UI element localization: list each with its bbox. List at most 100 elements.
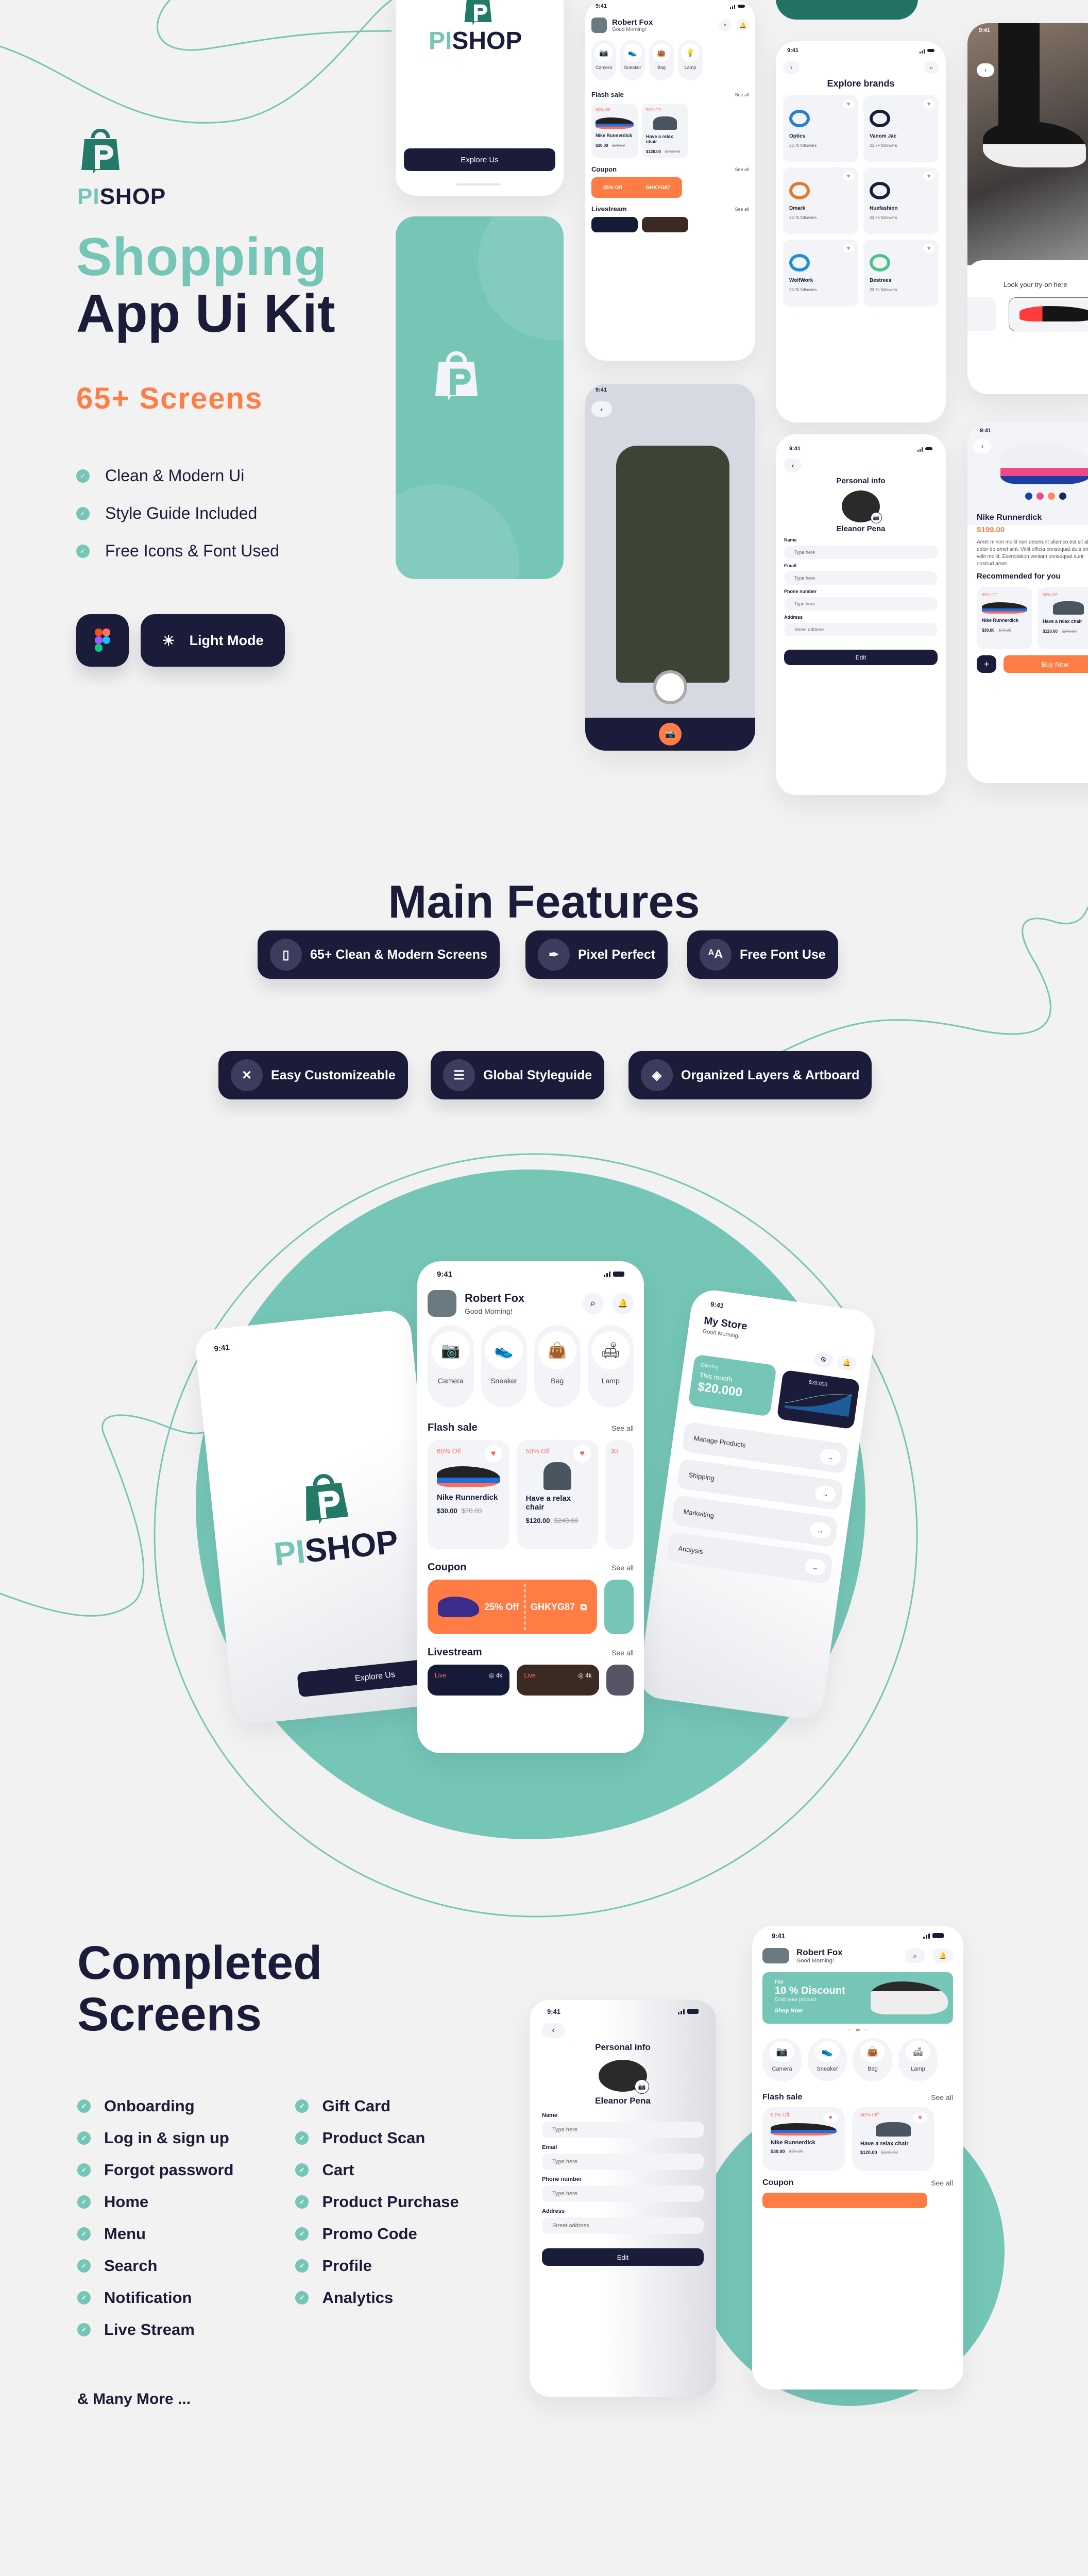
earning-chart: $20.000: [776, 1369, 860, 1430]
product-detail-screen: 9:41 ‹ Nike Runnerdick $199.00 Amet mini…: [967, 422, 1088, 783]
product-card[interactable]: 60% Off ♥ Nike Runnerdick $30.00 $70.00: [762, 2107, 845, 2171]
completed-screen-item: ✓ Log in & sign up: [77, 2129, 233, 2147]
color-swatch[interactable]: [1048, 493, 1055, 500]
edit-button[interactable]: Edit: [784, 650, 938, 665]
brand-card[interactable]: ♥ Optics 23.7k followers: [783, 95, 858, 162]
text-input[interactable]: Type here: [542, 2122, 704, 2138]
live-card[interactable]: Live ◎ 4k: [428, 1665, 510, 1696]
product-card[interactable]: 50% Off ♥ Have a relax chair $120.00 $240.00: [516, 1440, 598, 1549]
hero-feature-list: ✓ Clean & Modern Ui ✓ Style Guide Included…: [76, 466, 279, 561]
many-more-text: & Many More ...: [77, 2391, 191, 2408]
back-button[interactable]: ‹: [784, 458, 802, 472]
heart-icon[interactable]: ♥: [843, 99, 854, 109]
coupon-card[interactable]: 25% Off GHKYG87 ⧉: [428, 1580, 598, 1634]
camera-icon[interactable]: 📷: [635, 2079, 649, 2094]
color-options: [1025, 493, 1066, 500]
text-input[interactable]: Type here: [784, 546, 938, 559]
category-bag[interactable]: 👜 Bag: [649, 40, 674, 80]
back-button[interactable]: ‹: [591, 401, 612, 417]
notification-button[interactable]: 🔔: [932, 1948, 953, 1963]
product-card[interactable]: 60% Off ♥ Nike Runnerdick $30.00 $70.00: [428, 1440, 509, 1549]
color-swatch[interactable]: [1025, 493, 1032, 500]
product-card[interactable]: 50% Off ♥ Have a relax chair $120.00 $240.00: [852, 2107, 934, 2171]
heart-icon[interactable]: ♥: [573, 1445, 591, 1463]
color-swatch[interactable]: [1036, 493, 1044, 500]
see-all-link[interactable]: See all: [611, 1424, 634, 1432]
category-item[interactable]: 📷 Camera: [428, 1325, 474, 1408]
product-card[interactable]: 50% Off Have a relax chair $120.00 $240.00: [642, 104, 688, 158]
search-button[interactable]: ⌕: [719, 19, 732, 31]
category-item[interactable]: 👟 Sneaker: [481, 1325, 527, 1408]
live-card[interactable]: [642, 217, 688, 232]
coupon-card[interactable]: [762, 2193, 927, 2208]
settings-button[interactable]: ⚙: [813, 1351, 834, 1368]
live-card[interactable]: [591, 217, 638, 232]
completed-screen-item: ✓ Menu: [77, 2225, 233, 2243]
search-button[interactable]: ⌕: [924, 61, 939, 74]
notification-button[interactable]: 🔔: [612, 1293, 634, 1314]
camera-icon[interactable]: 📷: [659, 723, 682, 745]
heart-icon[interactable]: ♥: [843, 244, 854, 253]
color-swatch[interactable]: [1059, 493, 1066, 500]
brand-card[interactable]: ♥ Bestrees 23.7k followers: [863, 240, 939, 307]
search-button[interactable]: ⌕: [582, 1293, 604, 1314]
add-to-cart-button[interactable]: +: [977, 655, 996, 673]
try-on-thumb-selected[interactable]: [1009, 297, 1088, 331]
text-input[interactable]: Type here: [784, 597, 938, 611]
category-camera[interactable]: 📷 Camera: [591, 40, 616, 80]
buy-now-button[interactable]: Buy Now: [1004, 655, 1088, 673]
text-input[interactable]: Type here: [542, 2154, 704, 2170]
livestream-header: Livestream See all: [591, 205, 749, 213]
notification-button[interactable]: 🔔: [737, 19, 749, 31]
flash-sale-header: Flash sale See all: [762, 2093, 953, 2102]
product-card[interactable]: 60% Off Nike Runnerdick $30.00 $70.00: [977, 587, 1032, 649]
text-input[interactable]: Street address: [542, 2217, 704, 2234]
category-item[interactable]: 👜 Bag: [853, 2038, 892, 2081]
text-input[interactable]: Type here: [542, 2185, 704, 2202]
product-card[interactable]: 50% Off Have a relax chair $120.00 $240.00: [1038, 587, 1088, 649]
camera-icon[interactable]: 📷: [871, 512, 882, 523]
back-button[interactable]: ‹: [974, 439, 991, 453]
heart-icon[interactable]: ♥: [913, 2112, 927, 2123]
category-item[interactable]: 👜 Bag: [534, 1325, 581, 1408]
search-button[interactable]: ⌕: [905, 1948, 925, 1963]
product-card[interactable]: 30: [605, 1440, 634, 1549]
coupon-card[interactable]: 25% Off GHKYG87: [591, 177, 682, 198]
explore-us-button[interactable]: Explore Us: [404, 148, 555, 171]
edit-button[interactable]: Edit: [542, 2248, 704, 2266]
brand-card[interactable]: ♥ Dmark 23.7k followers: [783, 167, 858, 234]
back-button[interactable]: ‹: [783, 61, 800, 74]
category-sneaker[interactable]: 👟 Sneaker: [620, 40, 645, 80]
heart-icon[interactable]: ♥: [923, 172, 934, 181]
notification-button[interactable]: 🔔: [837, 1354, 857, 1371]
back-button[interactable]: ‹: [977, 63, 994, 77]
discount-banner[interactable]: Flat 10 % Discount Grab your product Sho…: [762, 1972, 953, 2024]
heart-icon[interactable]: ♥: [923, 99, 934, 109]
heart-icon[interactable]: ♥: [843, 172, 854, 181]
dress-image: [616, 446, 729, 683]
brand-card[interactable]: ♥ Nuefashion 23.7k followers: [863, 167, 939, 234]
copy-icon[interactable]: ⧉: [580, 1602, 587, 1613]
category-lamp[interactable]: 💡 Lamp: [678, 40, 703, 80]
category-item[interactable]: 🛋 Lamp: [898, 2038, 938, 2081]
earning-card[interactable]: Earning This month $20.000: [688, 1354, 777, 1417]
splash-wordmark: PISHOP: [272, 1523, 400, 1573]
heart-icon[interactable]: ♥: [923, 244, 934, 253]
see-all-link[interactable]: See all: [735, 92, 749, 97]
text-input[interactable]: Type here: [784, 571, 938, 585]
brand-card[interactable]: ♥ WolfWork 23.7k followers: [783, 240, 858, 307]
category-item[interactable]: 🛋 Lamp: [587, 1325, 634, 1408]
brand-card[interactable]: ♥ Vanom Jac 23.7k followers: [863, 95, 939, 162]
try-on-thumb[interactable]: [967, 297, 996, 331]
category-item[interactable]: 📷 Camera: [762, 2038, 802, 2081]
back-button[interactable]: ‹: [542, 2023, 565, 2038]
live-card[interactable]: Live ◎ 4k: [517, 1665, 599, 1696]
light-mode-button[interactable]: ☀ Light Mode: [141, 614, 285, 667]
category-item[interactable]: 👟 Sneaker: [808, 2038, 847, 2081]
shutter-button[interactable]: [653, 670, 687, 704]
heart-icon[interactable]: ♥: [484, 1445, 502, 1463]
product-card[interactable]: 60% Off Nike Runnerdick $30.00 $70.00: [591, 104, 638, 158]
text-input[interactable]: Street address: [784, 623, 938, 636]
heart-icon[interactable]: ♥: [823, 2112, 838, 2123]
figma-button[interactable]: [76, 614, 129, 667]
